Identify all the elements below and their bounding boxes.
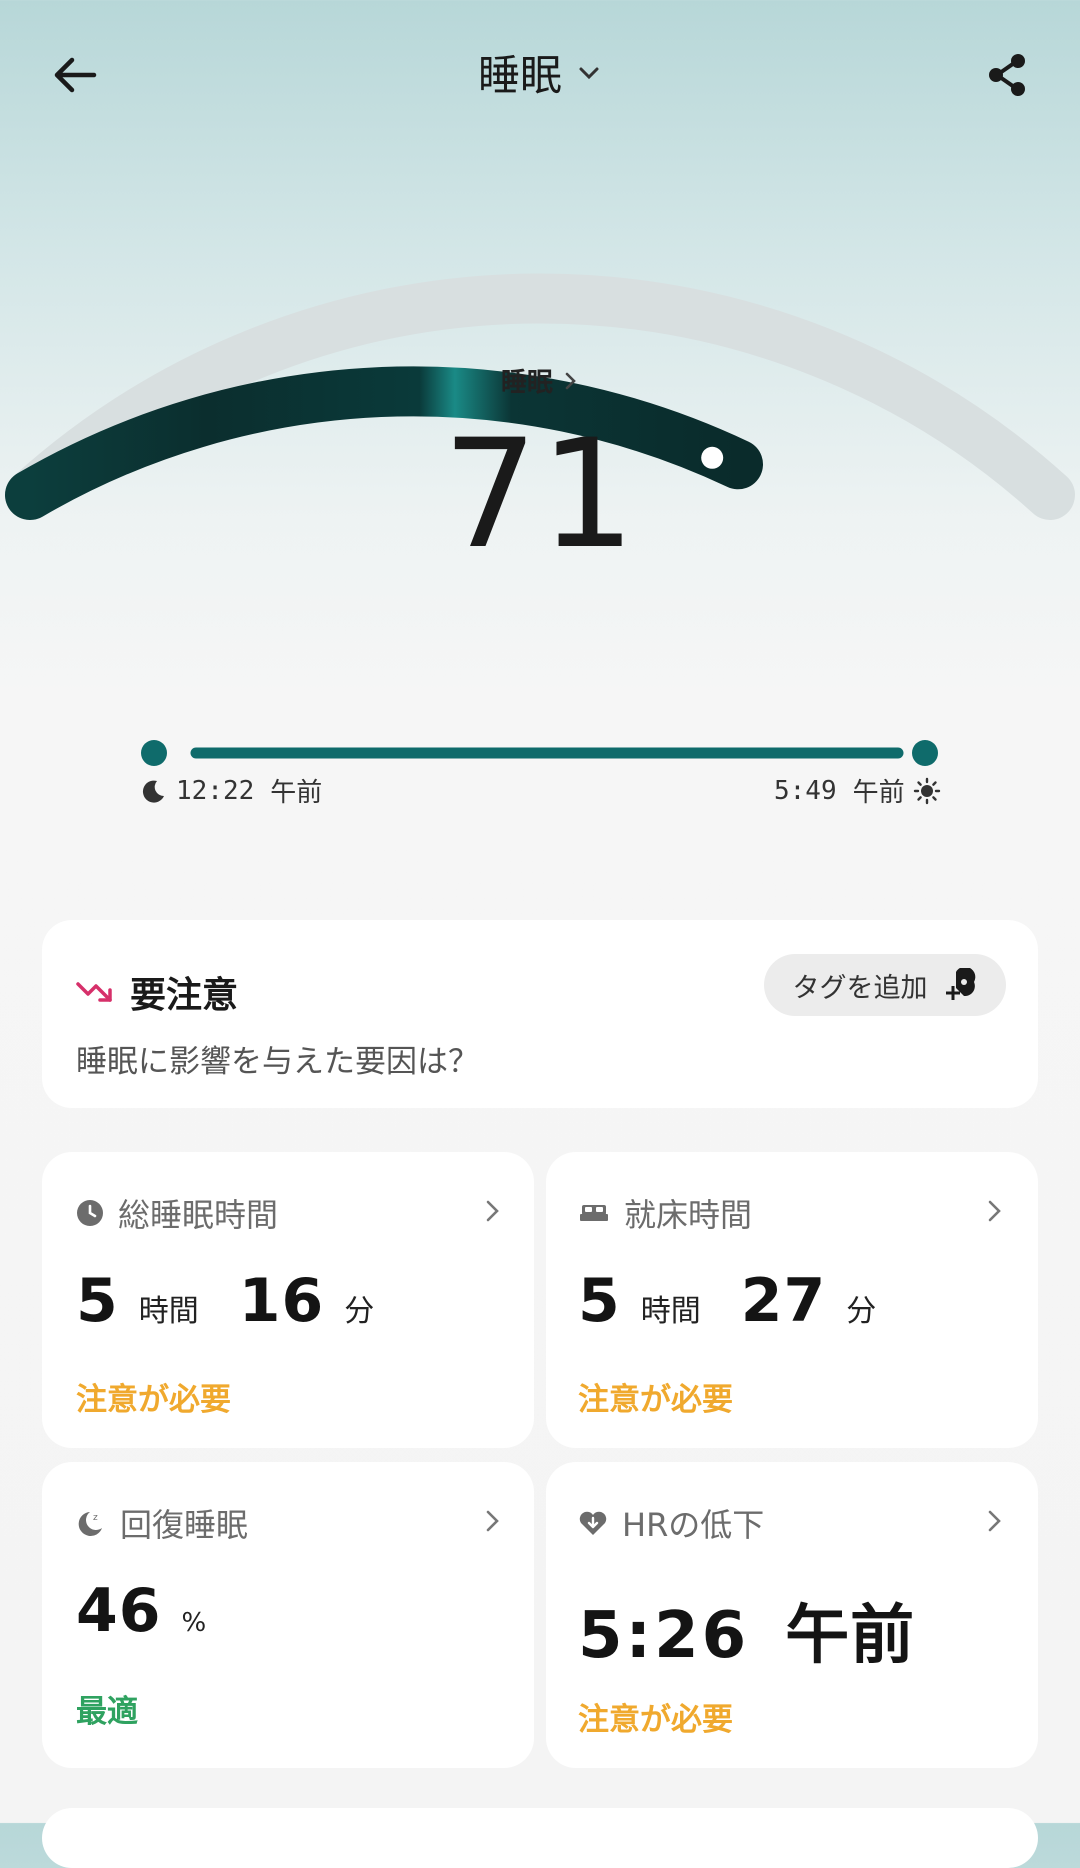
sleep-end: 5:49 午前: [774, 772, 941, 809]
trend-down-icon: [76, 982, 112, 1002]
score-label-link[interactable]: 睡眠: [0, 362, 1080, 399]
metric-label: 総睡眠時間: [118, 1196, 279, 1234]
share-icon: [989, 54, 1025, 96]
sleep-end-period: 午前: [852, 778, 905, 808]
page-title: 睡眠: [477, 51, 562, 100]
add-tag-button[interactable]: タグを追加: [764, 954, 1006, 1016]
minutes-unit: 分: [344, 1294, 375, 1329]
metric-status: 注意が必要: [578, 1382, 733, 1418]
sun-icon: [913, 777, 940, 804]
score-label: 睡眠: [500, 368, 553, 398]
sleep-start-dot: [141, 740, 167, 766]
clock-icon: [77, 1200, 103, 1226]
minutes-unit: 分: [846, 1294, 877, 1329]
metric-value: 5 時間 16 分: [76, 1266, 414, 1336]
title-dropdown[interactable]: 睡眠: [0, 42, 1080, 103]
share-button[interactable]: [972, 40, 1042, 110]
metric-status: 注意が必要: [578, 1702, 733, 1738]
svg-text:z: z: [93, 1513, 98, 1523]
moon-icon: [142, 780, 164, 803]
chevron-right-icon: [988, 1510, 1001, 1532]
sleep-end-dot: [912, 740, 938, 766]
metric-header: 就床時間: [578, 1190, 752, 1236]
hours-value: 5: [76, 1266, 119, 1336]
attention-title: 要注意: [130, 975, 239, 1016]
hours-unit: 時間: [640, 1294, 701, 1329]
metric-value: 5:26 午前: [578, 1584, 915, 1676]
percent-value: 46: [76, 1576, 162, 1646]
hr-dip-time: 5:26: [578, 1599, 750, 1673]
sleep-score: 71: [442, 408, 638, 582]
metric-status: 最適: [76, 1694, 138, 1730]
next-card-peek: [42, 1808, 1038, 1868]
attention-heading: 要注意: [76, 966, 238, 1018]
metric-header: HRの低下: [578, 1500, 764, 1546]
heart-down-icon: [579, 1511, 607, 1535]
minutes-value: 16: [238, 1266, 325, 1336]
metric-label: 回復睡眠: [120, 1506, 249, 1544]
bed-icon: [580, 1205, 608, 1221]
metric-header: 総睡眠時間: [76, 1190, 278, 1236]
hours-unit: 時間: [138, 1294, 199, 1329]
metric-label: 就床時間: [624, 1196, 753, 1234]
sleep-end-time: 5:49: [774, 775, 837, 806]
minutes-value: 27: [740, 1266, 827, 1336]
metric-value: 46 %: [76, 1576, 246, 1646]
add-tag-label: タグを追加: [792, 972, 928, 1004]
add-tag-icon: [945, 968, 975, 1000]
moon-zz-icon: z: [78, 1512, 102, 1536]
sleep-start-time: 12:22: [176, 775, 255, 806]
sleep-start: 12:22 午前: [140, 772, 322, 809]
chevron-right-icon: [565, 372, 576, 389]
hr-dip-period: 午前: [785, 1599, 916, 1673]
sleep-start-period: 午前: [270, 778, 323, 808]
chevron-right-icon: [988, 1200, 1001, 1222]
metric-value: 5 時間 27 分: [578, 1266, 916, 1336]
metric-label: HRの低下: [622, 1506, 765, 1544]
hours-value: 5: [578, 1266, 621, 1336]
chevron-down-icon: [579, 67, 599, 79]
chevron-right-icon: [486, 1200, 499, 1222]
metric-status: 注意が必要: [76, 1382, 231, 1418]
percent-unit: %: [181, 1608, 207, 1638]
metric-header: z 回復睡眠: [76, 1500, 248, 1546]
attention-subtitle: 睡眠に影響を与えた要因は？: [76, 1044, 479, 1080]
chevron-right-icon: [486, 1510, 499, 1532]
